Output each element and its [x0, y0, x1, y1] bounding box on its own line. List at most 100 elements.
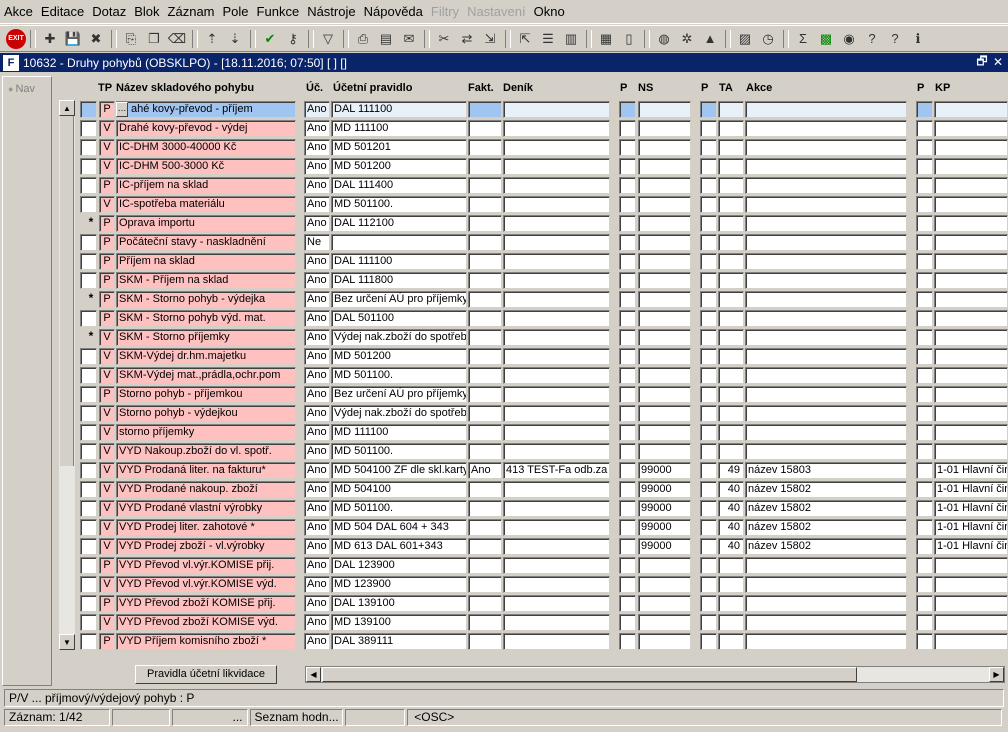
exit-icon[interactable]: EXIT: [6, 28, 26, 49]
cell-sel[interactable]: [80, 462, 97, 479]
cell-name[interactable]: ahé kovy-převod - příjem: [116, 101, 296, 118]
cell-ta[interactable]: [718, 291, 744, 308]
cell-sel[interactable]: [80, 614, 97, 631]
table-row[interactable]: V VYD Prodej zboží - vl.výrobky Ano MD 613 …: [0, 538, 1008, 555]
cell-ta[interactable]: 40: [718, 481, 744, 498]
cell-p1[interactable]: [619, 386, 636, 403]
cell-uc[interactable]: Ano: [304, 367, 330, 384]
cell-fakt[interactable]: [468, 595, 502, 612]
cell-fakt[interactable]: Ano: [468, 462, 502, 479]
cell-kp[interactable]: 1-01 Hlavní čin: [934, 538, 1008, 555]
cell-kp[interactable]: [934, 215, 1008, 232]
cell-kp[interactable]: [934, 253, 1008, 270]
scroll-left-icon[interactable]: ◀: [306, 667, 321, 682]
table-row[interactable]: * V SKM - Storno příjemky Ano Výdej nak.zbož…: [0, 329, 1008, 346]
cell-ns[interactable]: [638, 386, 691, 403]
cell-p1[interactable]: [619, 101, 636, 118]
cell-kp[interactable]: [934, 310, 1008, 327]
import-icon[interactable]: ⇲: [479, 28, 501, 50]
cell-ta[interactable]: [718, 557, 744, 574]
calc-icon[interactable]: ◉: [838, 28, 860, 50]
cell-fakt[interactable]: [468, 101, 502, 118]
cell-ns[interactable]: [638, 576, 691, 593]
cell-uc[interactable]: Ano: [304, 291, 330, 308]
table-row[interactable]: V VYD Převod vl.výr.KOMISE výd. Ano MD 1239…: [0, 576, 1008, 593]
cell-rule[interactable]: MD 501200: [331, 348, 467, 365]
cell-akce[interactable]: [745, 405, 907, 422]
cell-sel[interactable]: [80, 576, 97, 593]
cell-name[interactable]: VYD Prodaná liter. na fakturu*: [116, 462, 296, 479]
restore-button[interactable]: 🗗: [974, 54, 990, 70]
cell-fakt[interactable]: [468, 348, 502, 365]
cell-p3[interactable]: [916, 538, 933, 555]
cell-sel[interactable]: [80, 272, 97, 289]
copy-icon[interactable]: ⎘: [120, 28, 142, 50]
cell-tp[interactable]: V: [99, 158, 115, 175]
cell-ns[interactable]: 99000: [638, 462, 691, 479]
cell-p2[interactable]: [700, 386, 717, 403]
cell-sel[interactable]: [80, 139, 97, 156]
cell-akce[interactable]: [745, 633, 907, 650]
cell-kp[interactable]: [934, 367, 1008, 384]
cell-p3[interactable]: [916, 177, 933, 194]
cell-rule[interactable]: MD 501200: [331, 158, 467, 175]
cell-p3[interactable]: [916, 348, 933, 365]
cell-p1[interactable]: [619, 177, 636, 194]
cell-kp[interactable]: 1-01 Hlavní čin: [934, 481, 1008, 498]
cell-p1[interactable]: [619, 253, 636, 270]
mail-icon[interactable]: ✉: [398, 28, 420, 50]
cell-ns[interactable]: [638, 120, 691, 137]
cell-ta[interactable]: [718, 633, 744, 650]
cell-name[interactable]: SKM-Výdej dr.hm.majetku: [116, 348, 296, 365]
menu-item-11[interactable]: Okno: [530, 1, 569, 23]
scroll-right-icon[interactable]: ▶: [989, 667, 1004, 682]
cell-akce[interactable]: [745, 215, 907, 232]
cell-rule[interactable]: MD 501100.: [331, 443, 467, 460]
cell-uc[interactable]: Ano: [304, 443, 330, 460]
cell-p2[interactable]: [700, 424, 717, 441]
cell-ta[interactable]: [718, 614, 744, 631]
cell-ta[interactable]: [718, 443, 744, 460]
cell-ns[interactable]: [638, 101, 691, 118]
cell-p2[interactable]: [700, 538, 717, 555]
cell-kp[interactable]: [934, 405, 1008, 422]
cell-p1[interactable]: [619, 424, 636, 441]
cell-rule[interactable]: DAL 111100: [331, 253, 467, 270]
table-row[interactable]: P IC-příjem na sklad Ano DAL 111400: [0, 177, 1008, 194]
cell-fakt[interactable]: [468, 139, 502, 156]
cell-denik[interactable]: 413 TEST-Fa odb.za sl: [503, 462, 610, 479]
cell-ns[interactable]: [638, 253, 691, 270]
cell-fakt[interactable]: [468, 557, 502, 574]
cell-fakt[interactable]: [468, 310, 502, 327]
cell-ns[interactable]: [638, 614, 691, 631]
cell-ta[interactable]: [718, 120, 744, 137]
cell-p2[interactable]: [700, 101, 717, 118]
cell-fakt[interactable]: [468, 443, 502, 460]
cell-ns[interactable]: [638, 215, 691, 232]
cell-p2[interactable]: [700, 120, 717, 137]
cell-akce[interactable]: [745, 120, 907, 137]
cell-tp[interactable]: V: [99, 576, 115, 593]
cell-p3[interactable]: [916, 196, 933, 213]
cell-ta[interactable]: [718, 196, 744, 213]
cell-rule[interactable]: DAL 111400: [331, 177, 467, 194]
scroll-down-icon[interactable]: ▼: [59, 634, 75, 650]
table-row[interactable]: V VYD Prodané nakoup. zboží Ano MD 504100 99…: [0, 481, 1008, 498]
cell-p3[interactable]: [916, 443, 933, 460]
cell-name[interactable]: VYD Prodané vlastní výrobky: [116, 500, 296, 517]
cell-p3[interactable]: [916, 139, 933, 156]
cell-fakt[interactable]: [468, 576, 502, 593]
cell-tp[interactable]: V: [99, 139, 115, 156]
cell-ns[interactable]: [638, 139, 691, 156]
cell-denik[interactable]: [503, 348, 610, 365]
cell-sel[interactable]: [80, 405, 97, 422]
cell-tp[interactable]: V: [99, 481, 115, 498]
menu-item-8[interactable]: Nápověda: [360, 1, 427, 23]
cell-p1[interactable]: [619, 481, 636, 498]
cell-ns[interactable]: [638, 367, 691, 384]
cell-kp[interactable]: [934, 348, 1008, 365]
cell-p1[interactable]: [619, 120, 636, 137]
cell-p2[interactable]: [700, 500, 717, 517]
cell-kp[interactable]: [934, 329, 1008, 346]
cell-p2[interactable]: [700, 405, 717, 422]
